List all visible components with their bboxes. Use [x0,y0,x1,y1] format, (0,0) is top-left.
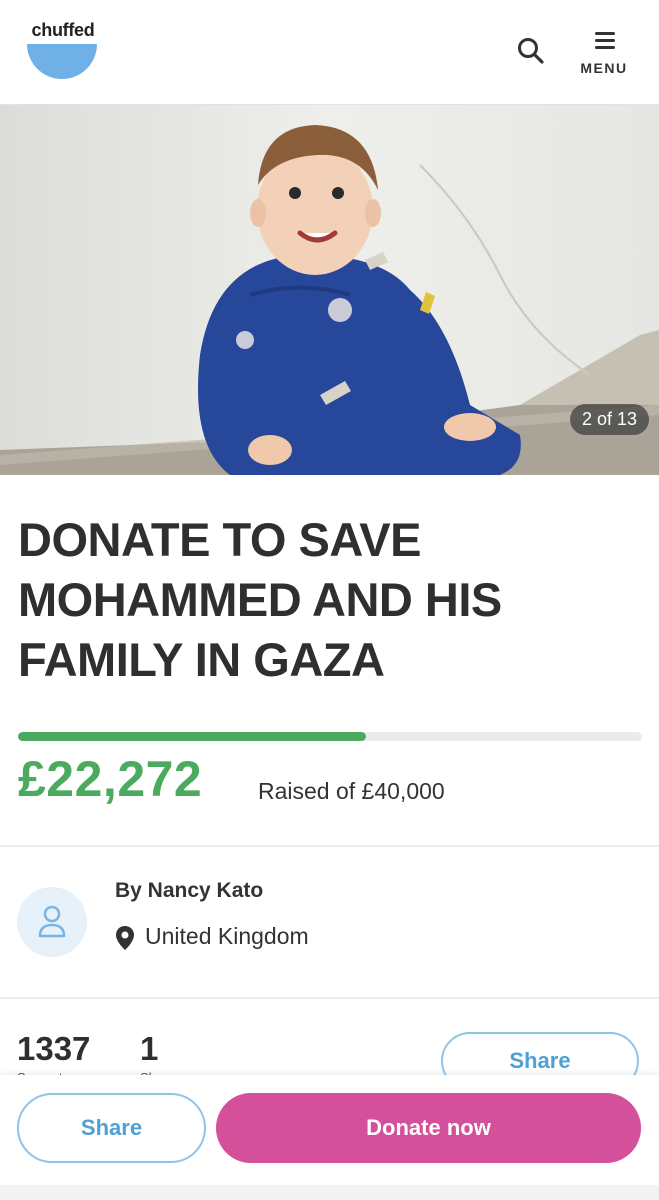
section-divider [0,997,659,999]
location-pin-icon [116,926,134,950]
organiser-avatar[interactable] [17,887,87,957]
campaign-photo[interactable]: 2 of 13 [0,105,659,475]
photo-of-child [0,105,659,475]
chuffed-logo[interactable]: chuffed [26,20,100,82]
raised-amount: £22,272 [18,751,203,807]
bottom-share-button[interactable]: Share [17,1093,206,1163]
organiser-name[interactable]: By Nancy Kato [115,879,263,903]
logo-bowl-shape [27,44,97,79]
shares-count: 1 [140,1030,159,1067]
bottom-strip [0,1185,659,1200]
site-header: chuffed MENU [0,0,659,105]
sticky-action-bar: Share Donate now [0,1075,659,1200]
menu-button[interactable]: MENU [574,30,634,82]
location-text: United Kingdom [145,923,309,949]
donate-now-button[interactable]: Donate now [216,1093,641,1163]
search-button[interactable] [514,34,548,68]
campaign-title: DONATE TO SAVE MOHAMMED AND HIS FAMILY I… [18,513,502,686]
menu-icon [595,32,615,49]
search-icon [518,38,544,64]
menu-label: MENU [580,60,628,76]
logo-text: chuffed [31,20,95,40]
section-divider [0,845,659,847]
progress-fill [18,732,366,741]
image-counter-badge: 2 of 13 [569,404,649,435]
avatar-person-icon [38,905,66,938]
supporters-count: 1337 [17,1030,91,1067]
fundraising-progress-bar [18,732,642,741]
goal-label: Raised of £40,000 [258,778,445,804]
